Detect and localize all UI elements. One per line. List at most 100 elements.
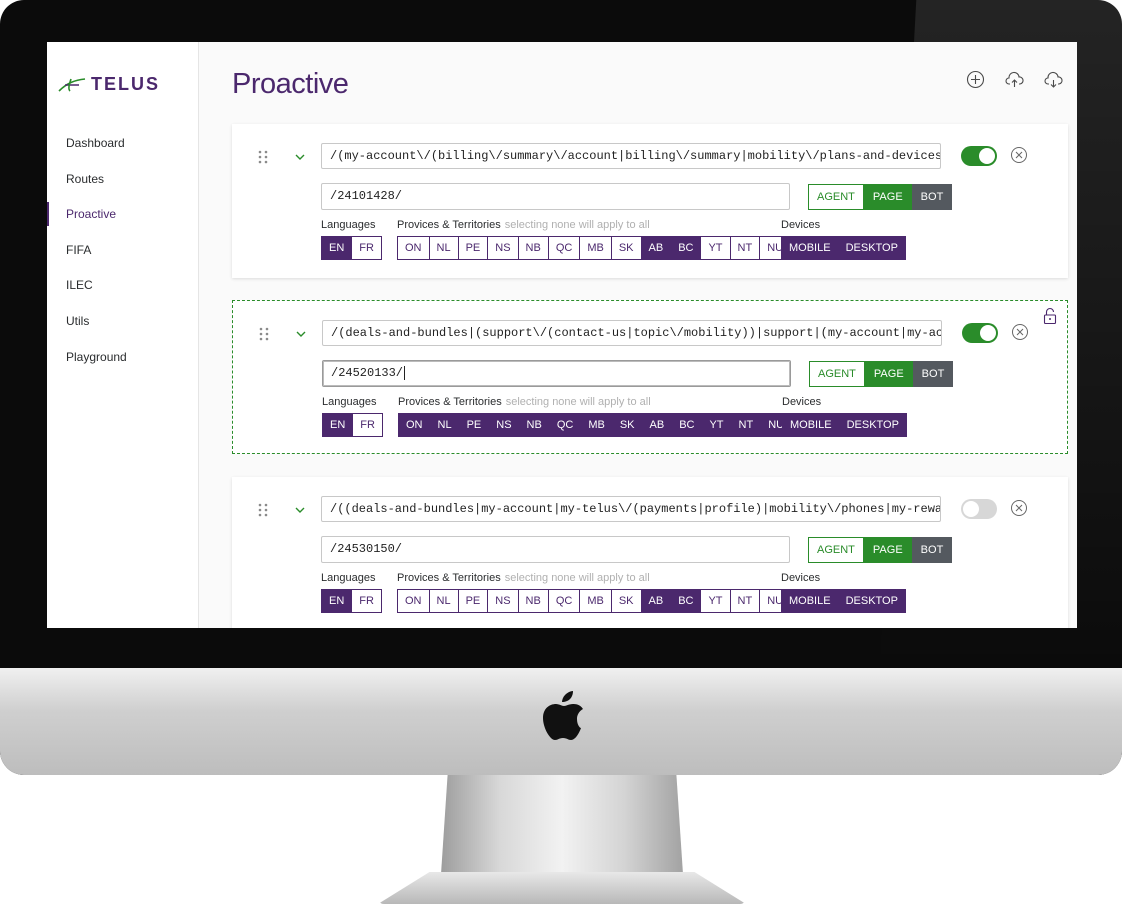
province-option-mb[interactable]: MB — [581, 413, 613, 437]
cloud-upload-icon[interactable] — [1005, 70, 1024, 89]
language-option-en[interactable]: EN — [321, 589, 353, 613]
languages-label: Languages — [321, 572, 376, 584]
rule-card[interactable]: /(my-account\/(billing\/summary\/account… — [232, 124, 1068, 278]
route-pattern-input[interactable]: /(my-account\/(billing\/summary\/account… — [321, 143, 941, 169]
province-option-yt[interactable]: YT — [701, 589, 731, 613]
rule-card[interactable]: /(deals-and-bundles|(support\/(contact-u… — [232, 300, 1068, 454]
province-option-ab[interactable]: AB — [641, 589, 672, 613]
provinces-label: Provices & Territories selecting none wil… — [397, 219, 650, 231]
mode-agent-button[interactable]: AGENT — [809, 361, 865, 387]
device-option-desktop[interactable]: DESKTOP — [839, 413, 907, 437]
language-option-fr[interactable]: FR — [353, 413, 383, 437]
device-selector: MOBILE DESKTOP — [781, 589, 906, 613]
mode-bot-button[interactable]: BOT — [912, 361, 954, 387]
apple-logo-icon — [543, 691, 583, 740]
devices-label: Devices — [781, 572, 821, 584]
close-circle-icon[interactable] — [1010, 146, 1028, 164]
province-option-sk[interactable]: SK — [611, 236, 642, 260]
device-option-desktop[interactable]: DESKTOP — [838, 589, 906, 613]
drag-handle-icon[interactable] — [259, 327, 269, 341]
cloud-download-icon[interactable] — [1044, 70, 1063, 89]
page-id-input[interactable]: /24530150/ — [321, 536, 790, 563]
sidebar-item-utils[interactable]: Utils — [47, 312, 199, 348]
route-pattern-input[interactable]: /(deals-and-bundles|(support\/(contact-u… — [322, 320, 942, 346]
province-option-pe[interactable]: PE — [458, 236, 489, 260]
province-option-pe[interactable]: PE — [459, 413, 490, 437]
languages-label: Languages — [321, 219, 376, 231]
chevron-down-icon[interactable] — [294, 505, 306, 515]
sidebar-item-playground[interactable]: Playground — [47, 348, 199, 384]
province-option-on[interactable]: ON — [398, 413, 431, 437]
lock-icon[interactable] — [1043, 307, 1057, 325]
enable-toggle[interactable] — [962, 323, 998, 343]
province-option-nt[interactable]: NT — [730, 236, 761, 260]
close-circle-icon[interactable] — [1010, 499, 1028, 517]
device-option-mobile[interactable]: MOBILE — [782, 413, 840, 437]
province-option-nb[interactable]: NB — [519, 413, 550, 437]
province-option-mb[interactable]: MB — [580, 236, 612, 260]
mode-bot-button[interactable]: BOT — [911, 537, 953, 563]
drag-handle-icon[interactable] — [258, 150, 268, 164]
sidebar-item-proactive[interactable]: Proactive — [47, 202, 199, 241]
province-option-nb[interactable]: NB — [518, 589, 549, 613]
close-circle-icon[interactable] — [1011, 323, 1029, 341]
province-option-nb[interactable]: NB — [518, 236, 549, 260]
province-option-bc[interactable]: BC — [672, 413, 703, 437]
sidebar-item-dashboard[interactable]: Dashboard — [47, 134, 199, 170]
page-id-input[interactable]: /24520133/ — [322, 360, 791, 387]
page-id-input[interactable]: /24101428/ — [321, 183, 790, 210]
enable-toggle[interactable] — [961, 499, 997, 519]
provinces-label: Provices & Territories selecting none wil… — [397, 572, 650, 584]
chevron-down-icon[interactable] — [295, 329, 307, 339]
province-option-qc[interactable]: QC — [549, 413, 582, 437]
province-option-bc[interactable]: BC — [671, 589, 702, 613]
drag-handle-icon[interactable] — [258, 503, 268, 517]
mode-agent-button[interactable]: AGENT — [808, 184, 864, 210]
province-option-ab[interactable]: AB — [642, 413, 673, 437]
sidebar: TELUS Dashboard Routes Proactive FIFA ILEC Ut… — [47, 42, 199, 628]
province-option-yt[interactable]: YT — [701, 236, 731, 260]
province-option-nl[interactable]: NL — [429, 236, 459, 260]
province-option-ns[interactable]: NS — [488, 236, 519, 260]
mode-page-button[interactable]: PAGE — [864, 361, 913, 387]
province-option-mb[interactable]: MB — [580, 589, 612, 613]
province-option-sk[interactable]: SK — [611, 589, 642, 613]
province-option-nl[interactable]: NL — [430, 413, 460, 437]
sidebar-item-ilec[interactable]: ILEC — [47, 276, 199, 312]
language-option-en[interactable]: EN — [321, 236, 353, 260]
province-option-ns[interactable]: NS — [488, 589, 519, 613]
province-option-bc[interactable]: BC — [671, 236, 702, 260]
mode-page-button[interactable]: PAGE — [863, 537, 912, 563]
province-option-sk[interactable]: SK — [612, 413, 643, 437]
province-option-nt[interactable]: NT — [730, 589, 761, 613]
province-option-pe[interactable]: PE — [458, 589, 489, 613]
province-option-on[interactable]: ON — [397, 236, 430, 260]
device-option-mobile[interactable]: MOBILE — [781, 589, 839, 613]
province-option-on[interactable]: ON — [397, 589, 430, 613]
province-option-qc[interactable]: QC — [548, 589, 581, 613]
enable-toggle[interactable] — [961, 146, 997, 166]
rule-card[interactable]: /((deals-and-bundles|my-account|my-telus… — [232, 477, 1068, 628]
monitor-frame: TELUS Dashboard Routes Proactive FIFA ILEC Ut… — [0, 0, 1122, 775]
provinces-label-text: Provices & Territories — [397, 219, 501, 231]
province-option-yt[interactable]: YT — [702, 413, 732, 437]
sidebar-item-fifa[interactable]: FIFA — [47, 241, 199, 277]
province-option-ab[interactable]: AB — [641, 236, 672, 260]
language-option-en[interactable]: EN — [322, 413, 354, 437]
mode-page-button[interactable]: PAGE — [863, 184, 912, 210]
device-option-mobile[interactable]: MOBILE — [781, 236, 839, 260]
province-option-qc[interactable]: QC — [548, 236, 581, 260]
page-title: Proactive — [232, 68, 349, 100]
mode-bot-button[interactable]: BOT — [911, 184, 953, 210]
province-option-nt[interactable]: NT — [731, 413, 762, 437]
add-circle-icon[interactable] — [966, 70, 985, 89]
route-pattern-input[interactable]: /((deals-and-bundles|my-account|my-telus… — [321, 496, 941, 522]
province-option-ns[interactable]: NS — [489, 413, 520, 437]
sidebar-item-routes[interactable]: Routes — [47, 170, 199, 206]
province-option-nl[interactable]: NL — [429, 589, 459, 613]
mode-agent-button[interactable]: AGENT — [808, 537, 864, 563]
language-option-fr[interactable]: FR — [352, 236, 382, 260]
device-option-desktop[interactable]: DESKTOP — [838, 236, 906, 260]
chevron-down-icon[interactable] — [294, 152, 306, 162]
language-option-fr[interactable]: FR — [352, 589, 382, 613]
